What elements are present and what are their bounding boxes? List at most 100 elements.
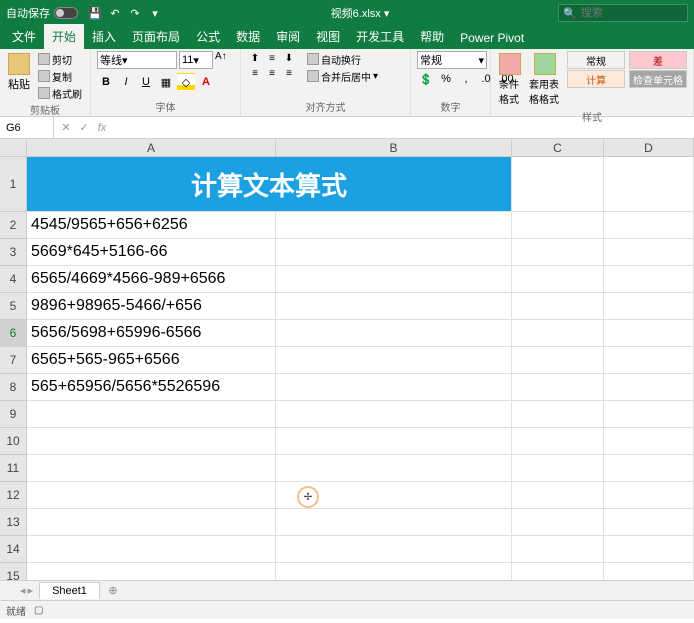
row-header-4[interactable]: 4: [0, 266, 27, 293]
cell-A3[interactable]: 5669*645+5166-66: [27, 239, 276, 266]
cell-A15[interactable]: [27, 563, 276, 580]
wrap-text-button[interactable]: 自动换行: [305, 51, 380, 67]
row-header-6[interactable]: 6: [0, 320, 27, 347]
cell-C13[interactable]: [512, 509, 604, 536]
align-bottom-icon[interactable]: ⬇: [281, 51, 297, 65]
cell-C8[interactable]: [512, 374, 604, 401]
search-box[interactable]: 🔍: [558, 4, 688, 22]
row-header-2[interactable]: 2: [0, 212, 27, 239]
style-bad[interactable]: 差: [629, 51, 687, 69]
cell-A7[interactable]: 6565+565-965+6566: [27, 347, 276, 374]
row-header-13[interactable]: 13: [0, 509, 27, 536]
cell-D6[interactable]: [604, 320, 694, 347]
document-title[interactable]: 视频6.xlsx ▾: [162, 5, 558, 21]
row-header-9[interactable]: 9: [0, 401, 27, 428]
bold-button[interactable]: B: [97, 73, 115, 91]
cell-C12[interactable]: [512, 482, 604, 509]
cell-C9[interactable]: [512, 401, 604, 428]
cell-D10[interactable]: [604, 428, 694, 455]
font-size-select[interactable]: 11 ▾: [179, 51, 213, 69]
redo-icon[interactable]: ↷: [128, 6, 142, 20]
spreadsheet-grid[interactable]: A B C D 1计算文本算式24545/9565+656+625635669*…: [0, 139, 694, 580]
cell-C4[interactable]: [512, 266, 604, 293]
cell-B8[interactable]: [276, 374, 512, 401]
align-top-icon[interactable]: ⬆: [247, 51, 263, 65]
qat-dropdown-icon[interactable]: ▾: [148, 6, 162, 20]
style-normal[interactable]: 常规: [567, 51, 625, 69]
cell-C1[interactable]: [512, 157, 604, 212]
cell-C15[interactable]: [512, 563, 604, 580]
enter-icon[interactable]: ✓: [76, 120, 92, 136]
cell-C6[interactable]: [512, 320, 604, 347]
cell-D15[interactable]: [604, 563, 694, 580]
cell-B15[interactable]: [276, 563, 512, 580]
align-center-icon[interactable]: ≡: [264, 66, 280, 80]
tab-review[interactable]: 审阅: [268, 24, 308, 49]
cell-D1[interactable]: [604, 157, 694, 212]
cell-A4[interactable]: 6565/4669*4566-989+6566: [27, 266, 276, 293]
style-calc[interactable]: 计算: [567, 70, 625, 88]
cell-B13[interactable]: [276, 509, 512, 536]
tab-insert[interactable]: 插入: [84, 24, 124, 49]
cell-D11[interactable]: [604, 455, 694, 482]
cell-D7[interactable]: [604, 347, 694, 374]
conditional-format-button[interactable]: 条件格式: [497, 51, 523, 108]
cell-A11[interactable]: [27, 455, 276, 482]
cell-C2[interactable]: [512, 212, 604, 239]
row-header-5[interactable]: 5: [0, 293, 27, 320]
cell-C7[interactable]: [512, 347, 604, 374]
format-painter-button[interactable]: 格式刷: [36, 85, 84, 101]
font-color-button[interactable]: A: [197, 73, 215, 91]
fill-color-button[interactable]: ◇: [177, 73, 195, 91]
cell-D13[interactable]: [604, 509, 694, 536]
cell-C11[interactable]: [512, 455, 604, 482]
cell-B11[interactable]: [276, 455, 512, 482]
row-header-11[interactable]: 11: [0, 455, 27, 482]
cell-D3[interactable]: [604, 239, 694, 266]
row-header-15[interactable]: 15: [0, 563, 27, 580]
cell-B14[interactable]: [276, 536, 512, 563]
record-macro-icon[interactable]: ▢: [34, 605, 43, 616]
select-all-corner[interactable]: [0, 139, 27, 157]
tab-file[interactable]: 文件: [4, 24, 44, 49]
cell-D9[interactable]: [604, 401, 694, 428]
align-left-icon[interactable]: ≡: [247, 66, 263, 80]
merged-header-cell[interactable]: 计算文本算式: [27, 157, 512, 212]
tab-home[interactable]: 开始: [44, 24, 84, 49]
increase-font-icon[interactable]: A↑: [215, 51, 227, 69]
border-button[interactable]: ▦: [157, 73, 175, 91]
align-right-icon[interactable]: ≡: [281, 66, 297, 80]
save-icon[interactable]: 💾: [88, 6, 102, 20]
align-middle-icon[interactable]: ≡: [264, 51, 280, 65]
cell-A5[interactable]: 9896+98965-5466/+656: [27, 293, 276, 320]
name-box[interactable]: G6: [0, 117, 54, 138]
cell-A13[interactable]: [27, 509, 276, 536]
tab-formulas[interactable]: 公式: [188, 24, 228, 49]
row-header-10[interactable]: 10: [0, 428, 27, 455]
next-sheet-icon[interactable]: ▸: [28, 584, 34, 597]
cut-button[interactable]: 剪切: [36, 51, 84, 67]
italic-button[interactable]: I: [117, 73, 135, 91]
cell-B2[interactable]: [276, 212, 512, 239]
col-header-D[interactable]: D: [604, 139, 694, 157]
cell-C14[interactable]: [512, 536, 604, 563]
percent-icon[interactable]: %: [437, 71, 455, 87]
cell-D2[interactable]: [604, 212, 694, 239]
row-header-3[interactable]: 3: [0, 239, 27, 266]
underline-button[interactable]: U: [137, 73, 155, 91]
row-header-14[interactable]: 14: [0, 536, 27, 563]
row-header-7[interactable]: 7: [0, 347, 27, 374]
cell-D4[interactable]: [604, 266, 694, 293]
currency-icon[interactable]: 💲: [417, 71, 435, 87]
cell-B5[interactable]: [276, 293, 512, 320]
cell-A2[interactable]: 4545/9565+656+6256: [27, 212, 276, 239]
cell-B7[interactable]: [276, 347, 512, 374]
tab-developer[interactable]: 开发工具: [348, 24, 412, 49]
col-header-A[interactable]: A: [27, 139, 276, 157]
cell-B9[interactable]: [276, 401, 512, 428]
tab-help[interactable]: 帮助: [412, 24, 452, 49]
cell-A10[interactable]: [27, 428, 276, 455]
tab-powerpivot[interactable]: Power Pivot: [452, 27, 532, 49]
style-check[interactable]: 检查单元格: [629, 70, 687, 88]
number-format-select[interactable]: 常规▾: [417, 51, 487, 69]
